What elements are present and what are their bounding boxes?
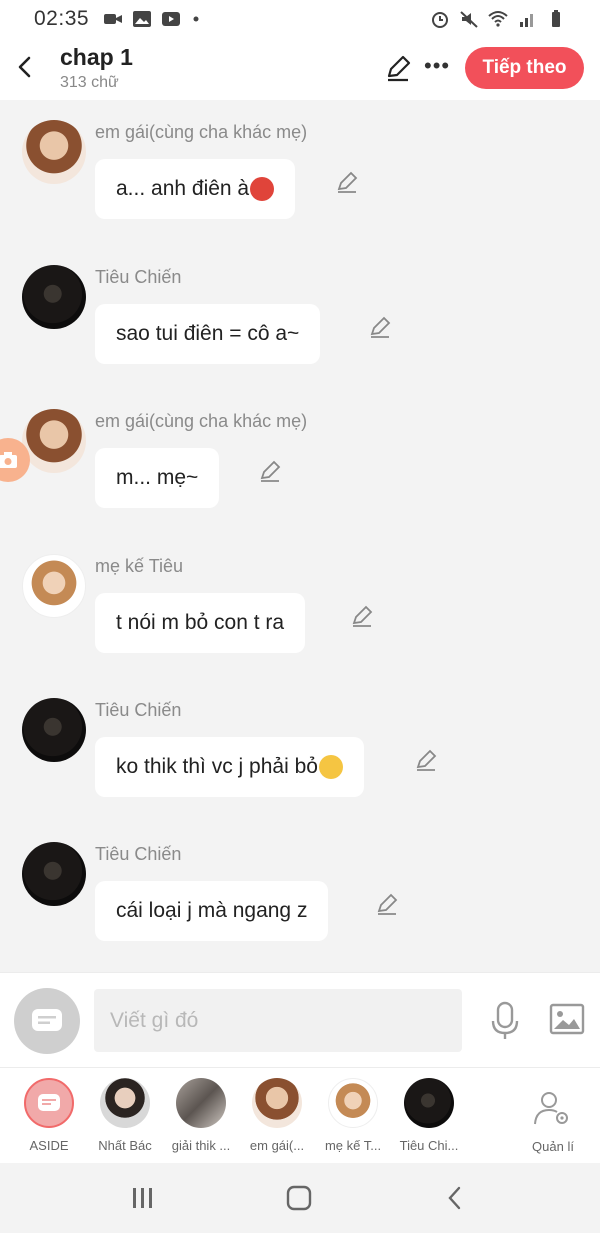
message-bubble[interactable]: sao tui điên = cô a~ [95,304,321,364]
message-bubble[interactable]: cái loại j mà ngang z [95,881,329,941]
message-bubble[interactable]: m... mẹ~ [95,448,220,508]
alarm-icon [432,12,448,28]
edit-icon[interactable] [384,54,412,82]
character-item[interactable]: giải thik ... [163,1078,239,1153]
manage-characters-icon[interactable] [532,1088,572,1128]
angry-emoji-icon [250,177,275,201]
chat-bubble-icon [32,1009,62,1031]
character-item[interactable]: Tiêu Chi... [391,1078,467,1153]
message-text: m... mẹ~ [116,466,199,489]
chat-bubble-icon [38,1094,60,1111]
image-picker-icon[interactable] [549,1003,585,1035]
character-aside[interactable]: ASIDE [11,1078,87,1153]
message-item: Tiêu Chiến ko thik thì vc j phải bỏ [0,678,600,808]
sender-name: mẹ kế Tiêu [95,556,184,576]
manage-label[interactable]: Quản lí [520,1139,586,1154]
avatar [404,1078,454,1128]
avatar [100,1078,150,1128]
message-item: Tiêu Chiến sao tui điên = cô a~ [0,245,600,375]
message-text: ko thik thì vc j phải bỏ [116,755,318,778]
edit-message-icon[interactable] [258,459,282,483]
message-bubble[interactable]: ko thik thì vc j phải bỏ [95,737,364,797]
character-item[interactable]: Nhất Bác [87,1078,163,1153]
microphone-icon[interactable] [490,1001,520,1041]
message-text: a... anh điên à [116,177,250,200]
avatar [176,1078,226,1128]
message-list: em gái(cùng cha khác mẹ) a... anh điên à… [0,100,600,972]
character-label: Nhất Bác [98,1138,152,1153]
message-bubble[interactable]: t nói m bỏ con t ra [95,593,306,653]
battery-icon [552,10,560,27]
character-bar: ASIDE Nhất Bác giải thik ... em gái(... … [0,1067,600,1163]
message-item: mẹ kế Tiêu t nói m bỏ con t ra [0,534,600,664]
avatar[interactable] [22,265,86,329]
smile-emoji-icon [318,755,343,779]
character-item[interactable]: mẹ kế T... [315,1078,391,1153]
home-icon[interactable] [285,1185,313,1211]
aside-toggle-button[interactable] [14,988,80,1054]
youtube-icon [162,12,181,26]
avatar[interactable] [22,120,86,184]
back-nav-icon[interactable] [444,1185,466,1211]
word-count: 313 chữ [60,74,119,91]
video-camera-icon [104,14,123,24]
edit-message-icon[interactable] [350,604,374,628]
message-text: sao tui điên = cô a~ [116,322,300,345]
status-time: 02:35 [34,7,90,30]
edit-message-icon[interactable] [335,170,359,194]
message-bubble[interactable]: a... anh điên à [95,159,296,219]
avatar [328,1078,378,1128]
sender-name: Tiêu Chiến [95,844,182,864]
sender-name: Tiêu Chiến [95,267,182,287]
camera-icon [0,452,17,468]
avatar[interactable] [22,409,86,473]
aside-avatar [24,1078,74,1128]
character-label: Tiêu Chi... [399,1138,459,1153]
edit-message-icon[interactable] [414,748,438,772]
character-item[interactable]: em gái(... [239,1078,315,1153]
edit-message-icon[interactable] [375,892,399,916]
avatar[interactable] [22,842,86,906]
image-icon [133,11,152,27]
status-bar: 02:35 [0,0,600,38]
message-input[interactable] [94,989,462,1052]
character-label: giải thik ... [171,1138,231,1153]
page-title: chap 1 [60,44,133,70]
avatar [252,1078,302,1128]
dot-icon [193,16,199,22]
character-label: ASIDE [29,1138,69,1153]
sender-name: em gái(cùng cha khác mẹ) [95,122,308,142]
title-block: chap 1 313 chữ [60,44,133,92]
character-label: mẹ kế T... [324,1138,382,1153]
wifi-icon [488,11,508,27]
character-label: em gái(... [249,1138,305,1153]
avatar[interactable] [22,698,86,762]
edit-message-icon[interactable] [368,315,392,339]
message-text: cái loại j mà ngang z [116,899,308,922]
more-icon[interactable]: ••• [424,53,450,79]
avatar[interactable] [22,554,86,618]
message-text: t nói m bỏ con t ra [116,611,285,634]
recents-icon[interactable] [130,1185,156,1211]
input-bar [0,972,600,1067]
next-button[interactable]: Tiếp theo [465,47,584,89]
signal-icon [520,14,533,27]
sender-name: em gái(cùng cha khác mẹ) [95,411,308,431]
message-item: em gái(cùng cha khác mẹ) a... anh điên à [0,100,600,230]
back-icon[interactable] [12,52,38,82]
sender-name: Tiêu Chiến [95,700,182,720]
message-item: Tiêu Chiến cái loại j mà ngang z [0,822,600,952]
message-item: em gái(cùng cha khác mẹ) m... mẹ~ [0,389,600,519]
system-nav-bar [0,1163,600,1233]
header: chap 1 313 chữ ••• Tiếp theo [0,38,600,100]
mute-icon [460,11,478,28]
